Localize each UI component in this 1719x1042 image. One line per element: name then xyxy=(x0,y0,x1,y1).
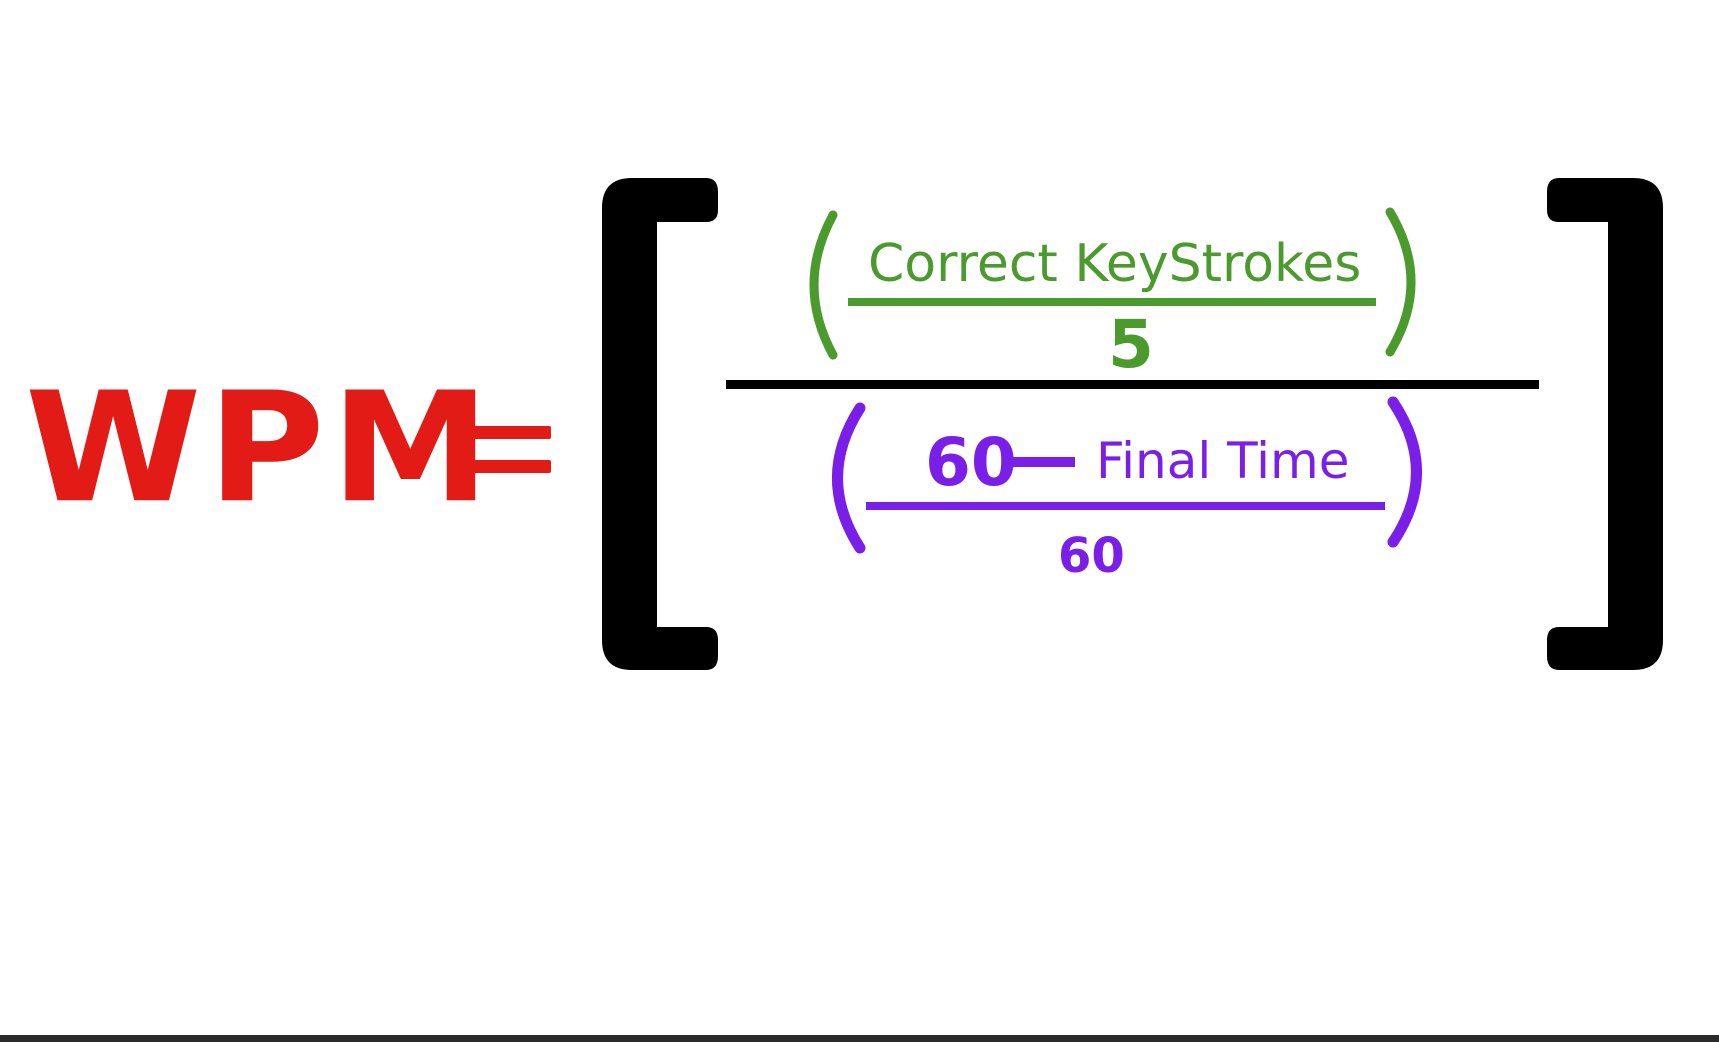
numerator-divisor-five: 5 xyxy=(1108,306,1154,383)
denominator-fraction-bar xyxy=(866,502,1385,510)
numerator-left-paren xyxy=(809,210,838,360)
wpm-formula-diagram: WPM Correct KeyStrokes 5 60 Final Time 6… xyxy=(0,0,1719,1042)
left-square-bracket xyxy=(602,178,718,670)
denominator-divisor-sixty: 60 xyxy=(1058,528,1125,584)
correct-keystrokes-label: Correct KeyStrokes xyxy=(868,234,1362,294)
numerator-fraction-bar xyxy=(848,298,1376,306)
numerator-right-paren xyxy=(1385,207,1416,357)
denominator-left-paren xyxy=(832,402,866,554)
bottom-border xyxy=(0,1035,1719,1042)
denominator-right-paren xyxy=(1387,396,1422,548)
wpm-label: WPM xyxy=(25,358,496,537)
final-time-label: Final Time xyxy=(1096,432,1350,490)
sixty-minuend: 60 xyxy=(925,424,1017,501)
right-square-bracket xyxy=(1547,178,1663,670)
